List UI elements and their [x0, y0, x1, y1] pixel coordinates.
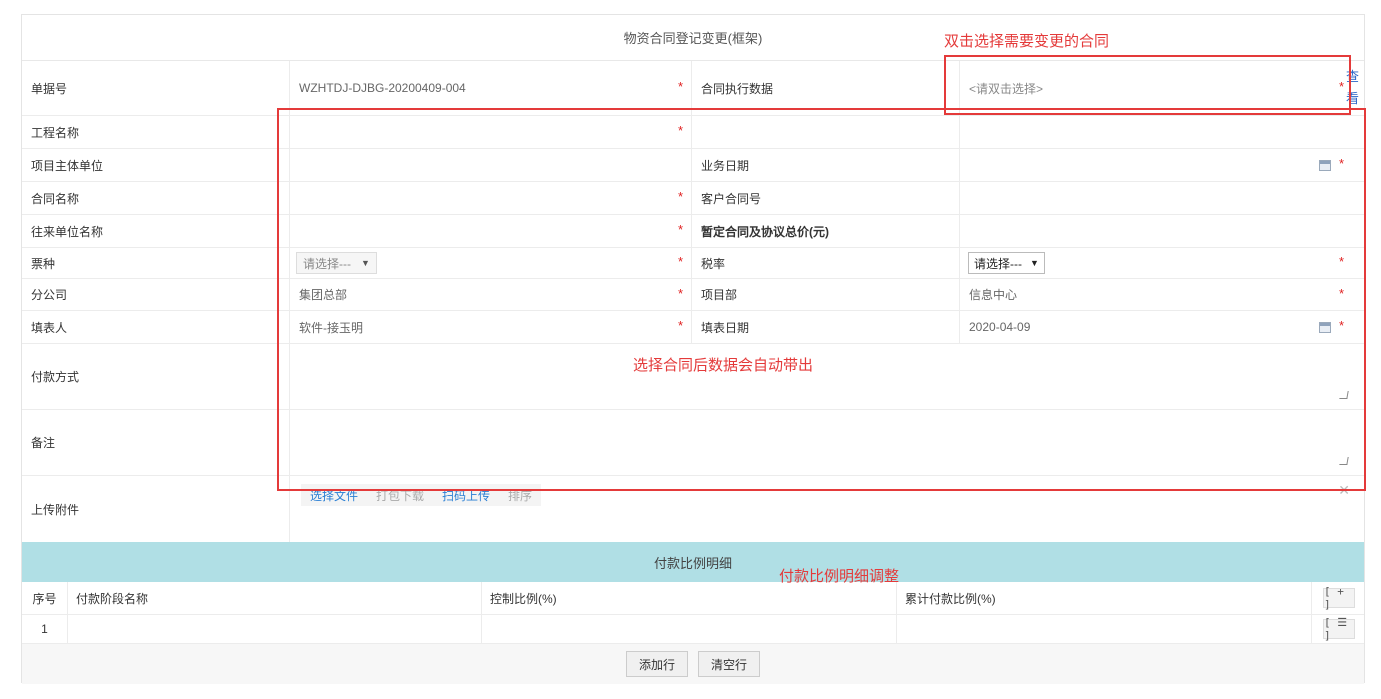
cumulative-ratio-input[interactable] [897, 615, 1312, 643]
label-partner: 往来单位名称 [22, 215, 290, 247]
annotation-box-auto-fill [277, 108, 1366, 491]
bill-no-value: WZHTDJ-DJBG-20200409-004 [290, 61, 692, 115]
col-header-stage-name: 付款阶段名称 [68, 582, 482, 614]
col-header-index: 序号 [22, 582, 68, 614]
add-row-icon[interactable]: [ + ] [1323, 585, 1355, 611]
label-bill-no: 单据号 [22, 61, 290, 115]
label-attachment: 上传附件 [22, 476, 290, 542]
add-row-cell: [ + ] [1312, 582, 1366, 614]
required-mark: * [678, 79, 684, 94]
annotation-adjust-ratio: 付款比例明细调整 [779, 568, 900, 585]
table-row: 1 [ ☰ ] [22, 615, 1364, 644]
annotation-box-contract-select [944, 55, 1351, 115]
add-row-button[interactable]: 添加行 [625, 651, 688, 677]
col-header-control-ratio: 控制比例(%) [482, 582, 897, 614]
row-menu-cell: [ ☰ ] [1312, 615, 1366, 643]
label-branch: 分公司 [22, 279, 290, 310]
label-ticket-type: 票种 [22, 248, 290, 278]
label-filler: 填表人 [22, 311, 290, 343]
payment-table-footer: 添加行 清空行 [22, 644, 1364, 684]
payment-section-title: 付款比例明细 [22, 542, 1364, 582]
col-header-cumulative-ratio: 累计付款比例(%) [897, 582, 1312, 614]
row-menu-icon[interactable]: [ ☰ ] [1323, 616, 1355, 642]
annotation-auto-fill: 选择合同后数据会自动带出 [633, 357, 814, 374]
label-contract-exec-data: 合同执行数据 [692, 61, 960, 115]
annotation-select-contract: 双击选择需要变更的合同 [944, 33, 1110, 50]
stage-name-input[interactable] [68, 615, 482, 643]
row-index: 1 [22, 615, 68, 643]
label-payment-method: 付款方式 [22, 344, 290, 409]
label-contract-name: 合同名称 [22, 182, 290, 214]
clear-rows-button[interactable]: 清空行 [698, 651, 761, 677]
label-owner-unit: 项目主体单位 [22, 149, 290, 181]
label-project-name: 工程名称 [22, 116, 290, 148]
label-remark: 备注 [22, 410, 290, 475]
payment-table-header: 序号 付款阶段名称 控制比例(%) 累计付款比例(%) [ + ] [22, 582, 1364, 615]
control-ratio-input[interactable] [482, 615, 897, 643]
